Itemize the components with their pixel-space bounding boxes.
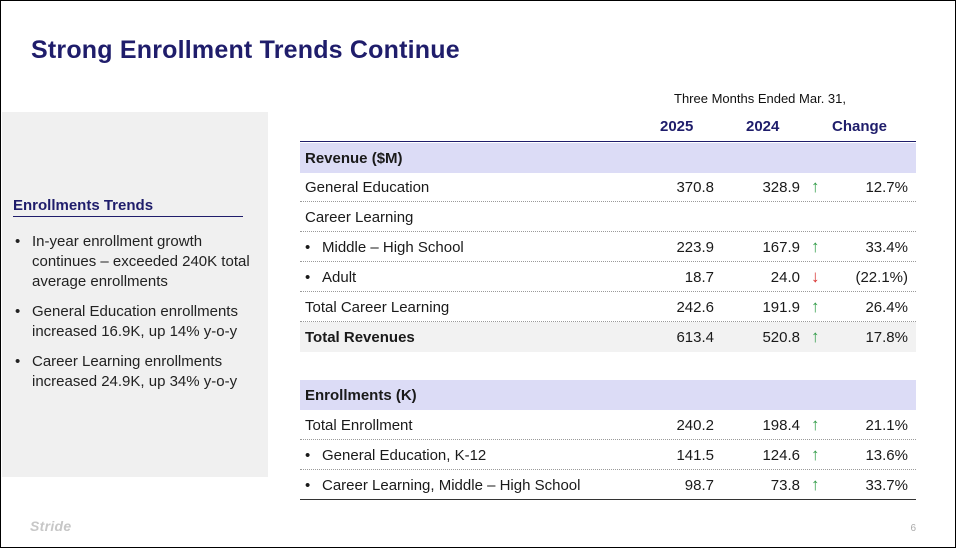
- table-row: • Career Learning, Middle – High School …: [300, 470, 916, 500]
- page-number: 6: [910, 523, 916, 534]
- sidebar-bullet: • In-year enrollment growth continues – e…: [15, 233, 250, 290]
- bullet-icon: •: [15, 353, 21, 370]
- arrow-down-icon: ↓: [811, 267, 820, 286]
- arrow-up-icon: ↑: [811, 297, 820, 316]
- table-row: Career Learning: [300, 202, 916, 232]
- bullet-icon: •: [305, 477, 311, 494]
- arrow-up-icon: ↑: [811, 237, 820, 256]
- column-header-2025: 2025: [660, 118, 694, 135]
- bullet-icon: •: [305, 239, 311, 256]
- sidebar-panel: Enrollments Trends • In-year enrollment g…: [2, 112, 268, 477]
- table-row-total: Total Revenues 613.4 520.8 ↑ 17.8%: [300, 322, 916, 352]
- sidebar-bullet: • Career Learning enrollments increased 2…: [15, 353, 238, 390]
- bullet-icon: •: [305, 447, 311, 464]
- sidebar-bullet-list: • In-year enrollment growth continues – e…: [13, 232, 253, 402]
- sidebar-bullet: • General Education enrollments increased…: [15, 303, 238, 340]
- bullet-icon: •: [15, 233, 21, 250]
- table-row: • Adult 18.7 24.0 ↓ (22.1%): [300, 262, 916, 292]
- table-row: Total Career Learning 242.6 191.9 ↑ 26.4…: [300, 292, 916, 322]
- sidebar-heading: Enrollments Trends: [13, 197, 243, 217]
- page-title: Strong Enrollment Trends Continue: [31, 36, 460, 64]
- column-header-2024: 2024: [746, 118, 780, 135]
- arrow-up-icon: ↑: [811, 475, 820, 494]
- arrow-up-icon: ↑: [811, 177, 820, 196]
- bullet-icon: •: [15, 303, 21, 320]
- column-header-change: Change: [832, 118, 888, 135]
- table-row: General Education 370.8 328.9 ↑ 12.7%: [300, 172, 916, 202]
- section-header-revenue: Revenue ($M): [300, 143, 916, 173]
- bullet-icon: •: [305, 269, 311, 286]
- arrow-up-icon: ↑: [811, 415, 820, 434]
- table-row: • Middle – High School 223.9 167.9 ↑ 33.…: [300, 232, 916, 262]
- period-label: Three Months Ended Mar. 31,: [674, 91, 846, 106]
- arrow-up-icon: ↑: [811, 327, 820, 346]
- section-header-enrollments: Enrollments (K): [300, 380, 916, 410]
- arrow-up-icon: ↑: [811, 445, 820, 464]
- header-rule: [300, 141, 916, 142]
- table-row: Total Enrollment 240.2 198.4 ↑ 21.1%: [300, 410, 916, 440]
- stride-logo: Stride: [30, 518, 72, 534]
- table-row: • General Education, K-12 141.5 124.6 ↑ …: [300, 440, 916, 470]
